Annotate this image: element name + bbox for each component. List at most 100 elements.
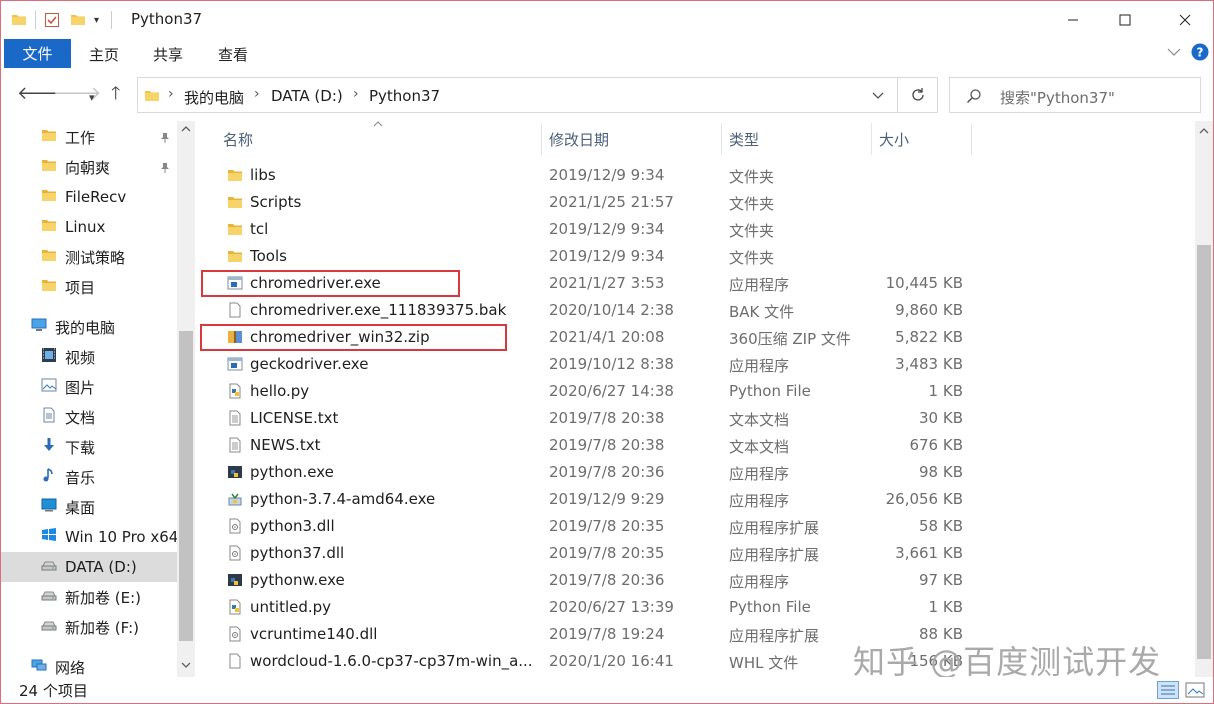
file-row[interactable]: LICENSE.txt 2019/7/8 20:38 文本文档 30 KB <box>197 405 1197 432</box>
file-name: wordcloud-1.6.0-cp37-cp37m-win_a... <box>250 652 533 670</box>
search-icon <box>966 89 981 104</box>
file-type: 360压缩 ZIP 文件 <box>729 330 851 348</box>
properties-check-icon[interactable] <box>44 12 60 28</box>
column-header-size[interactable]: 大小 <box>879 121 909 157</box>
help-icon[interactable]: ? <box>1191 43 1209 61</box>
tab-share[interactable]: 共享 <box>153 44 183 65</box>
pin-icon[interactable] <box>159 160 171 178</box>
folder-icon <box>41 187 57 207</box>
breadcrumb-separator-icon[interactable]: › <box>254 86 260 102</box>
file-row[interactable]: geckodriver.exe 2019/10/12 8:38 应用程序 3,483 … <box>197 351 1197 378</box>
column-divider[interactable] <box>541 123 542 155</box>
file-row[interactable]: tcl 2019/12/9 9:34 文件夹 <box>197 216 1197 243</box>
dll-icon <box>227 518 243 535</box>
file-list-scroll-thumb[interactable] <box>1197 245 1211 659</box>
file-date: 2021/1/27 3:53 <box>549 274 665 292</box>
sidebar-item[interactable]: 图片 <box>1 372 177 402</box>
file-row[interactable]: chromedriver.exe_111839375.bak 2020/10/14… <box>197 297 1197 324</box>
file-row[interactable]: pythonw.exe 2019/7/8 20:36 应用程序 97 KB <box>197 567 1197 594</box>
file-type: 应用程序扩展 <box>729 519 820 537</box>
drive-icon <box>41 557 57 577</box>
file-type: Python File <box>729 382 811 400</box>
column-header-name[interactable]: 名称 <box>223 121 253 157</box>
sidebar-item[interactable]: 向朝爽 <box>1 152 177 182</box>
file-list-scrollbar[interactable] <box>1195 121 1213 677</box>
tab-file[interactable]: 文件 <box>4 39 71 68</box>
file-size: 30 KB <box>919 409 963 427</box>
sidebar-item[interactable]: 文档 <box>1 402 177 432</box>
customize-toolbar-chevron-icon[interactable]: ▾ <box>94 15 99 26</box>
sidebar-item[interactable]: 视频 <box>1 342 177 372</box>
tab-home[interactable]: 主页 <box>89 44 119 65</box>
close-button[interactable] <box>1157 1 1213 39</box>
address-bar[interactable]: › 我的电脑 › DATA (D:) › Python37 <box>137 77 898 113</box>
file-name: Scripts <box>250 193 302 211</box>
recent-locations-chevron-icon[interactable]: ▾ <box>89 89 95 107</box>
new-folder-icon[interactable] <box>70 12 86 28</box>
file-row[interactable]: python3.dll 2019/7/8 20:35 应用程序扩展 58 KB <box>197 513 1197 540</box>
python-file-icon <box>227 599 243 616</box>
sidebar-item[interactable]: 工作 <box>1 122 177 152</box>
details-view-icon[interactable] <box>1157 681 1179 699</box>
sidebar-item[interactable]: 测试策略 <box>1 242 177 272</box>
file-row[interactable]: libs 2019/12/9 9:34 文件夹 <box>197 162 1197 189</box>
sidebar-item[interactable]: 桌面 <box>1 492 177 522</box>
file-name: tcl <box>250 220 269 238</box>
sidebar-item[interactable]: 下载 <box>1 432 177 462</box>
nav-scrollbar[interactable] <box>177 121 195 677</box>
file-size: 9,860 KB <box>895 301 963 319</box>
breadcrumb-separator-icon[interactable]: › <box>168 86 174 102</box>
folder-icon <box>41 127 57 147</box>
minimize-button[interactable] <box>1045 1 1101 39</box>
file-row[interactable]: untitled.py 2020/6/27 13:39 Python File 1 K… <box>197 594 1197 621</box>
maximize-button[interactable] <box>1097 1 1153 39</box>
column-divider[interactable] <box>721 123 722 155</box>
file-date: 2019/12/9 9:29 <box>549 490 665 508</box>
file-date: 2019/7/8 20:35 <box>549 517 665 535</box>
sidebar-item[interactable]: 音乐 <box>1 462 177 492</box>
file-row[interactable]: Scripts 2021/1/25 21:57 文件夹 <box>197 189 1197 216</box>
sidebar-item[interactable]: FileRecv <box>1 182 177 212</box>
divider <box>35 11 36 29</box>
breadcrumb-separator-icon[interactable]: › <box>353 86 359 102</box>
breadcrumb-my-computer[interactable]: 我的电脑 <box>184 87 244 108</box>
sidebar-item[interactable]: Linux <box>1 212 177 242</box>
column-header-type[interactable]: 类型 <box>729 121 759 157</box>
column-divider[interactable] <box>971 123 972 155</box>
sidebar-item[interactable]: 新加卷 (E:) <box>1 582 177 612</box>
file-row[interactable]: Tools 2019/12/9 9:34 文件夹 <box>197 243 1197 270</box>
column-header-date[interactable]: 修改日期 <box>549 121 609 157</box>
column-divider[interactable] <box>871 123 872 155</box>
file-row[interactable]: python37.dll 2019/7/8 20:35 应用程序扩展 3,661 KB <box>197 540 1197 567</box>
scroll-up-icon[interactable] <box>1199 127 1209 135</box>
nav-scroll-thumb[interactable] <box>179 331 193 641</box>
file-size: 5,822 KB <box>895 328 963 346</box>
file-type: 文件夹 <box>729 168 775 186</box>
sidebar-item[interactable]: 项目 <box>1 272 177 302</box>
file-type: 应用程序 <box>729 276 790 294</box>
file-row[interactable]: NEWS.txt 2019/7/8 20:38 文本文档 676 KB <box>197 432 1197 459</box>
scroll-up-icon[interactable] <box>181 125 191 133</box>
sidebar-item[interactable]: 我的电脑 <box>1 312 177 342</box>
breadcrumb-data-drive[interactable]: DATA (D:) <box>271 87 343 105</box>
tab-view[interactable]: 查看 <box>218 44 248 65</box>
scroll-down-icon[interactable] <box>181 661 191 669</box>
large-icons-view-icon[interactable] <box>1185 681 1205 699</box>
file-row[interactable]: hello.py 2020/6/27 14:38 Python File 1 KB <box>197 378 1197 405</box>
text-file-icon <box>227 437 243 454</box>
folder-icon <box>227 167 243 184</box>
sidebar-item[interactable]: Win 10 Pro x64 <box>1 522 178 552</box>
address-history-chevron-icon[interactable] <box>872 91 884 101</box>
pin-icon[interactable] <box>159 130 171 148</box>
refresh-button[interactable] <box>898 77 938 113</box>
search-box[interactable]: 搜索"Python37" <box>949 77 1201 113</box>
file-row[interactable]: python-3.7.4-amd64.exe 2019/12/9 9:29 应用程序… <box>197 486 1197 513</box>
breadcrumb-python37[interactable]: Python37 <box>369 87 440 105</box>
file-row[interactable]: python.exe 2019/7/8 20:36 应用程序 98 KB <box>197 459 1197 486</box>
sidebar-item[interactable]: 新加卷 (F:) <box>1 612 177 642</box>
computer-icon <box>31 317 47 337</box>
up-arrow-icon[interactable]: 🡑 <box>111 85 120 103</box>
file-name: NEWS.txt <box>250 436 321 454</box>
expand-ribbon-chevron-icon[interactable] <box>1167 47 1181 57</box>
sidebar-item[interactable]: DATA (D:) <box>1 552 177 582</box>
